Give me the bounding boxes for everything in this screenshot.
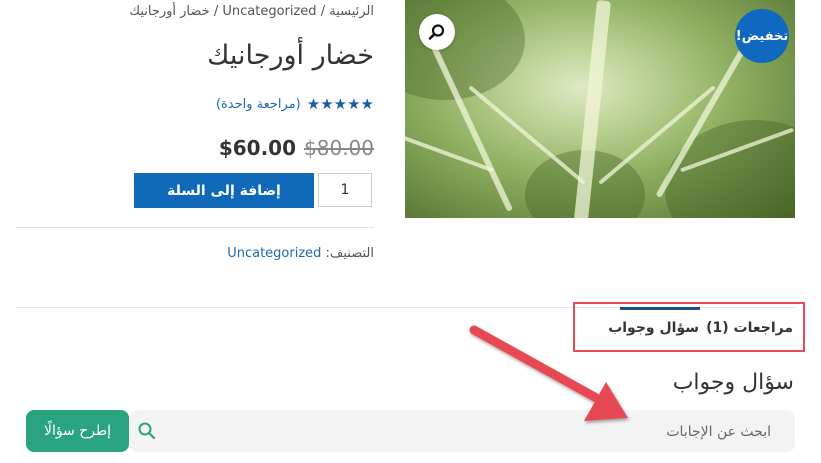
regular-price: $80.00 (304, 136, 374, 160)
breadcrumb-category[interactable]: Uncategorized (222, 4, 316, 19)
product-title: خضار أورجانيك (207, 40, 374, 71)
breadcrumb: الرئيسية / Uncategorized / خضار أورجانيك (129, 4, 374, 19)
category-link[interactable]: Uncategorized (227, 246, 321, 261)
product-category: التصنيف: Uncategorized (227, 246, 374, 261)
breadcrumb-separator: / (316, 4, 330, 19)
category-label: التصنيف: (325, 246, 374, 261)
sale-price: $60.00 (218, 136, 297, 160)
qa-section-title: سؤال وجواب (672, 370, 794, 395)
sale-badge: تخفيض! (735, 9, 789, 63)
rating-row: ★★★★★ (مراجعة واحدة) (216, 95, 374, 113)
add-to-cart-button[interactable]: إضافة إلى السلة (134, 173, 314, 208)
breadcrumb-current: خضار أورجانيك (129, 4, 210, 19)
search-icon[interactable] (137, 421, 157, 441)
star-rating: ★★★★★ (306, 95, 374, 113)
quantity-input[interactable]: 1 (318, 173, 372, 207)
breadcrumb-home[interactable]: الرئيسية (329, 4, 374, 19)
divider (16, 227, 374, 228)
ask-question-button[interactable]: إطرح سؤالًا (26, 410, 129, 452)
zoom-button[interactable] (419, 14, 455, 50)
breadcrumb-separator: / (209, 4, 223, 19)
price-row: $80.00 $60.00 (219, 136, 374, 160)
qa-search-placeholder: ابحث عن الإجابات (666, 424, 771, 440)
annotation-arrow-icon (469, 325, 628, 421)
magnifier-icon (428, 24, 445, 40)
review-count-link[interactable]: (مراجعة واحدة) (216, 97, 301, 112)
